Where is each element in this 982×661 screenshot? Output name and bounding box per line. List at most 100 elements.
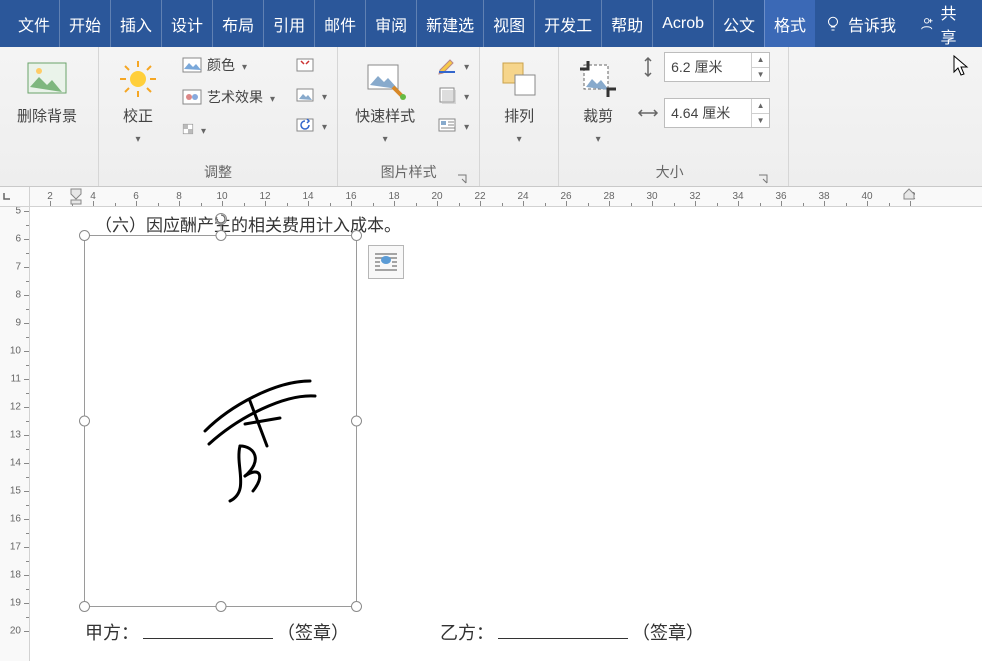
party-a-line: 甲方： （签章） — [85, 617, 349, 645]
effects-icon — [437, 85, 457, 105]
ribbon-panel: 删除背景 校正 — [0, 47, 982, 187]
resize-handle-s[interactable] — [215, 601, 226, 612]
ruler-corner[interactable] — [0, 187, 30, 206]
tell-me-button[interactable]: 告诉我 — [815, 0, 905, 47]
ruler-row: 24681012141618202224262830323436384042 — [0, 187, 982, 207]
arrange-label: 排列 — [504, 105, 534, 126]
tab-review[interactable]: 审阅 — [365, 0, 416, 47]
resize-handle-nw[interactable] — [79, 230, 90, 241]
change-picture-button[interactable] — [290, 82, 320, 108]
right-indent-marker[interactable] — [903, 188, 915, 206]
dropdown-icon — [136, 130, 141, 145]
color-icon — [182, 55, 202, 75]
resize-handle-e[interactable] — [351, 416, 362, 427]
tab-view[interactable]: 视图 — [483, 0, 534, 47]
tab-new[interactable]: 新建选 — [416, 0, 483, 47]
height-input[interactable]: ▲ ▼ — [664, 52, 770, 82]
picture-effects-button[interactable] — [432, 82, 462, 108]
crop-button[interactable]: 裁剪 — [569, 52, 627, 150]
remove-background-button[interactable]: 删除背景 — [10, 52, 84, 131]
arrange-icon — [497, 57, 541, 101]
picture-layout-button[interactable] — [432, 112, 462, 138]
mouse-cursor-icon — [952, 54, 970, 76]
remove-bg-label: 删除背景 — [17, 105, 77, 126]
vertical-ruler[interactable]: 567891011121314151617181920 — [0, 207, 30, 661]
dropdown-icon — [242, 57, 247, 73]
tab-help[interactable]: 帮助 — [601, 0, 652, 47]
dialog-launcher-size[interactable] — [758, 171, 768, 181]
dropdown-icon — [201, 121, 206, 137]
quick-styles-icon — [363, 57, 407, 101]
tab-layout[interactable]: 布局 — [212, 0, 263, 47]
change-pic-icon — [295, 85, 315, 105]
artistic-icon — [182, 87, 202, 107]
tab-insert[interactable]: 插入 — [110, 0, 161, 47]
picture-border-button[interactable] — [432, 52, 462, 78]
width-icon — [637, 102, 659, 124]
tab-design[interactable]: 设计 — [161, 0, 212, 47]
group-label-size: 大小 — [569, 159, 770, 186]
tab-selector-icon — [2, 191, 12, 201]
tab-references[interactable]: 引用 — [263, 0, 314, 47]
height-field[interactable] — [665, 59, 745, 75]
rotate-handle[interactable] — [214, 212, 228, 226]
tab-mailings[interactable]: 邮件 — [314, 0, 365, 47]
layout-options-button[interactable] — [368, 245, 404, 279]
height-spin-down[interactable]: ▼ — [752, 68, 769, 82]
corrections-button[interactable]: 校正 — [109, 52, 167, 150]
quick-styles-button[interactable]: 快速样式 — [348, 52, 422, 150]
width-field[interactable] — [665, 105, 745, 121]
transparency-icon — [182, 119, 194, 139]
share-label: 共享 — [941, 0, 969, 48]
share-button[interactable]: 共享 — [905, 0, 982, 47]
left-indent-marker[interactable] — [70, 188, 82, 206]
horizontal-ruler[interactable]: 24681012141618202224262830323436384042 — [30, 187, 982, 206]
dropdown-icon — [464, 58, 469, 73]
lightbulb-icon — [824, 15, 842, 33]
document-page[interactable]: （六）因应酬产生的相关费用计入成本。 — [30, 207, 982, 661]
dropdown-icon — [596, 130, 601, 145]
compress-icon — [295, 55, 315, 75]
dropdown-icon — [322, 88, 327, 103]
resize-handle-se[interactable] — [351, 601, 362, 612]
ribbon-tabs: 文件 开始 插入 设计 布局 引用 邮件 审阅 新建选 视图 开发工 帮助 Ac… — [0, 0, 982, 47]
tab-official[interactable]: 公文 — [713, 0, 764, 47]
compress-pictures-button[interactable] — [290, 52, 320, 78]
dialog-launcher-pic-styles[interactable] — [457, 171, 467, 181]
quick-styles-label: 快速样式 — [355, 105, 415, 126]
resize-handle-w[interactable] — [79, 416, 90, 427]
dropdown-icon — [517, 130, 522, 145]
tell-me-label: 告诉我 — [848, 12, 896, 36]
sun-icon — [116, 57, 160, 101]
tab-file[interactable]: 文件 — [0, 0, 59, 47]
color-button[interactable]: 颜色 — [177, 52, 280, 78]
tab-format[interactable]: 格式 — [764, 0, 815, 47]
tab-developer[interactable]: 开发工 — [534, 0, 601, 47]
height-spin-up[interactable]: ▲ — [752, 53, 769, 68]
party-b-line: 乙方： （签章） — [440, 617, 704, 645]
reset-picture-button[interactable] — [290, 112, 320, 138]
crop-icon — [576, 57, 620, 101]
width-input[interactable]: ▲ ▼ — [664, 98, 770, 128]
picture-layout-icon — [437, 115, 457, 135]
transparency-button[interactable] — [177, 116, 211, 142]
width-spin-up[interactable]: ▲ — [752, 99, 769, 114]
selected-image[interactable] — [84, 235, 357, 607]
share-icon — [919, 15, 934, 33]
color-label: 颜色 — [207, 55, 235, 75]
artistic-effects-button[interactable]: 艺术效果 — [177, 84, 280, 110]
resize-handle-sw[interactable] — [79, 601, 90, 612]
layout-options-icon — [374, 251, 398, 273]
width-spin-down[interactable]: ▼ — [752, 114, 769, 128]
reset-icon — [295, 115, 315, 135]
resize-handle-n[interactable] — [215, 230, 226, 241]
remove-bg-icon — [25, 57, 69, 101]
pencil-icon — [437, 55, 457, 75]
tab-home[interactable]: 开始 — [59, 0, 110, 47]
height-icon — [637, 56, 659, 78]
dropdown-icon — [464, 88, 469, 103]
tab-acrobat[interactable]: Acrob — [652, 0, 713, 47]
arrange-button[interactable]: 排列 — [490, 52, 548, 150]
resize-handle-ne[interactable] — [351, 230, 362, 241]
signature-image — [195, 376, 335, 506]
